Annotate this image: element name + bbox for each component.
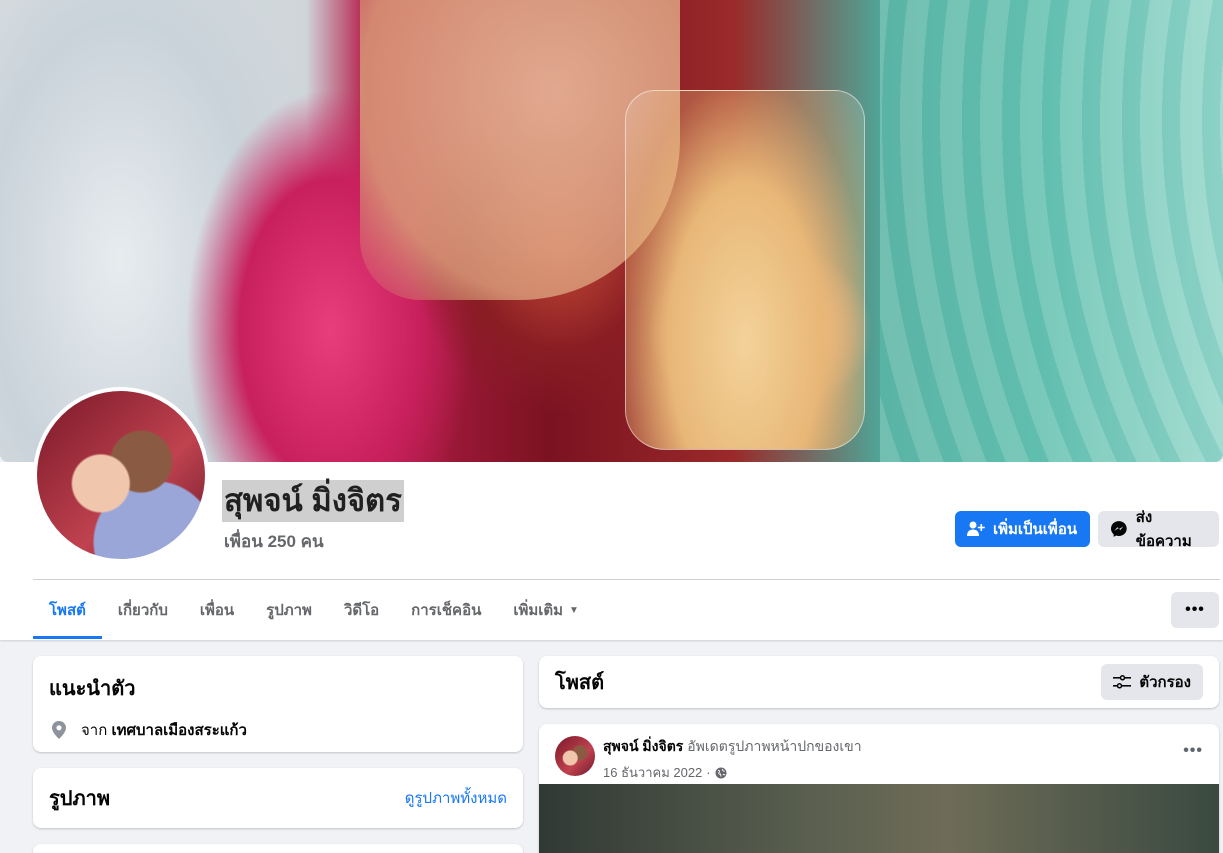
profile-name: สุพจน์ มิ่งจิตร — [222, 480, 404, 522]
tab-posts[interactable]: โพสต์ — [33, 581, 102, 639]
filter-label: ตัวกรอง — [1139, 674, 1191, 691]
post-meta: 16 ธันวาคม 2022 · — [603, 762, 862, 783]
message-label: ส่งข้อความ — [1135, 509, 1192, 550]
tab-photos[interactable]: รูปภาพ — [250, 581, 328, 639]
filter-icon — [1113, 675, 1132, 689]
intro-location-row: จาก เทศบาลเมืองสระแก้ว — [49, 718, 507, 742]
message-button[interactable]: ส่งข้อความ — [1098, 509, 1219, 550]
location-pin-icon — [52, 721, 66, 739]
cover-photo[interactable] — [0, 0, 1223, 462]
posts-header-card: โพสต์ ตัวกรอง — [539, 656, 1219, 708]
tab-videos[interactable]: วิดีโอ — [328, 581, 395, 639]
header-divider — [33, 579, 1220, 580]
post-author-avatar[interactable] — [555, 736, 595, 776]
from-prefix: จาก — [81, 722, 108, 739]
add-friend-button[interactable]: เพิ่มเป็นเพื่อน — [955, 511, 1090, 547]
intro-card: แนะนำตัว จาก เทศบาลเมืองสระแก้ว — [33, 656, 523, 752]
filter-button[interactable]: ตัวกรอง — [1101, 664, 1203, 700]
add-friend-label: เพิ่มเป็นเพื่อน — [993, 521, 1078, 538]
messenger-icon — [1110, 521, 1127, 537]
friend-count[interactable]: เพื่อน 250 คน — [224, 528, 324, 555]
post-date[interactable]: 16 ธันวาคม 2022 — [603, 762, 702, 783]
post-action: อัพเดตรูปภาพหน้าปกของเขา — [687, 738, 862, 754]
post-menu-button[interactable]: ••• — [1183, 742, 1203, 760]
photos-card: รูปภาพ ดูรูปภาพทั้งหมด — [33, 768, 523, 828]
post-author-line: สุพจน์ มิ่งจิตร อัพเดตรูปภาพหน้าปกของเขา — [603, 736, 862, 758]
post-author-name[interactable]: สุพจน์ มิ่งจิตร — [603, 738, 683, 754]
tab-more[interactable]: เพิ่มเติม ▼ — [497, 581, 595, 639]
friends-card-partial — [33, 844, 523, 853]
tab-friends[interactable]: เพื่อน — [184, 581, 250, 639]
cover-photo-snack-bag — [625, 90, 865, 450]
post-meta-separator: · — [706, 765, 711, 780]
add-friend-icon — [967, 521, 985, 536]
post-image[interactable] — [539, 784, 1219, 853]
tab-checkins[interactable]: การเช็คอิน — [395, 581, 497, 639]
posts-title: โพสต์ — [555, 672, 605, 694]
profile-more-options-button[interactable]: ••• — [1171, 592, 1219, 628]
caret-down-icon: ▼ — [569, 604, 579, 616]
location-link[interactable]: เทศบาลเมืองสระแก้ว — [111, 722, 246, 739]
cover-photo-floor — [880, 0, 1223, 462]
tab-more-label: เพิ่มเติม — [513, 602, 564, 619]
profile-tabs: โพสต์ เกี่ยวกับ เพื่อน รูปภาพ วิดีโอ การ… — [33, 581, 595, 639]
intro-title: แนะนำตัว — [49, 678, 136, 700]
globe-icon — [715, 767, 727, 778]
tab-about[interactable]: เกี่ยวกับ — [102, 581, 184, 639]
see-all-photos-link[interactable]: ดูรูปภาพทั้งหมด — [405, 786, 507, 810]
post-card: สุพจน์ มิ่งจิตร อัพเดตรูปภาพหน้าปกของเขา… — [539, 724, 1219, 853]
photos-title: รูปภาพ — [49, 788, 111, 810]
profile-picture[interactable] — [33, 387, 209, 563]
